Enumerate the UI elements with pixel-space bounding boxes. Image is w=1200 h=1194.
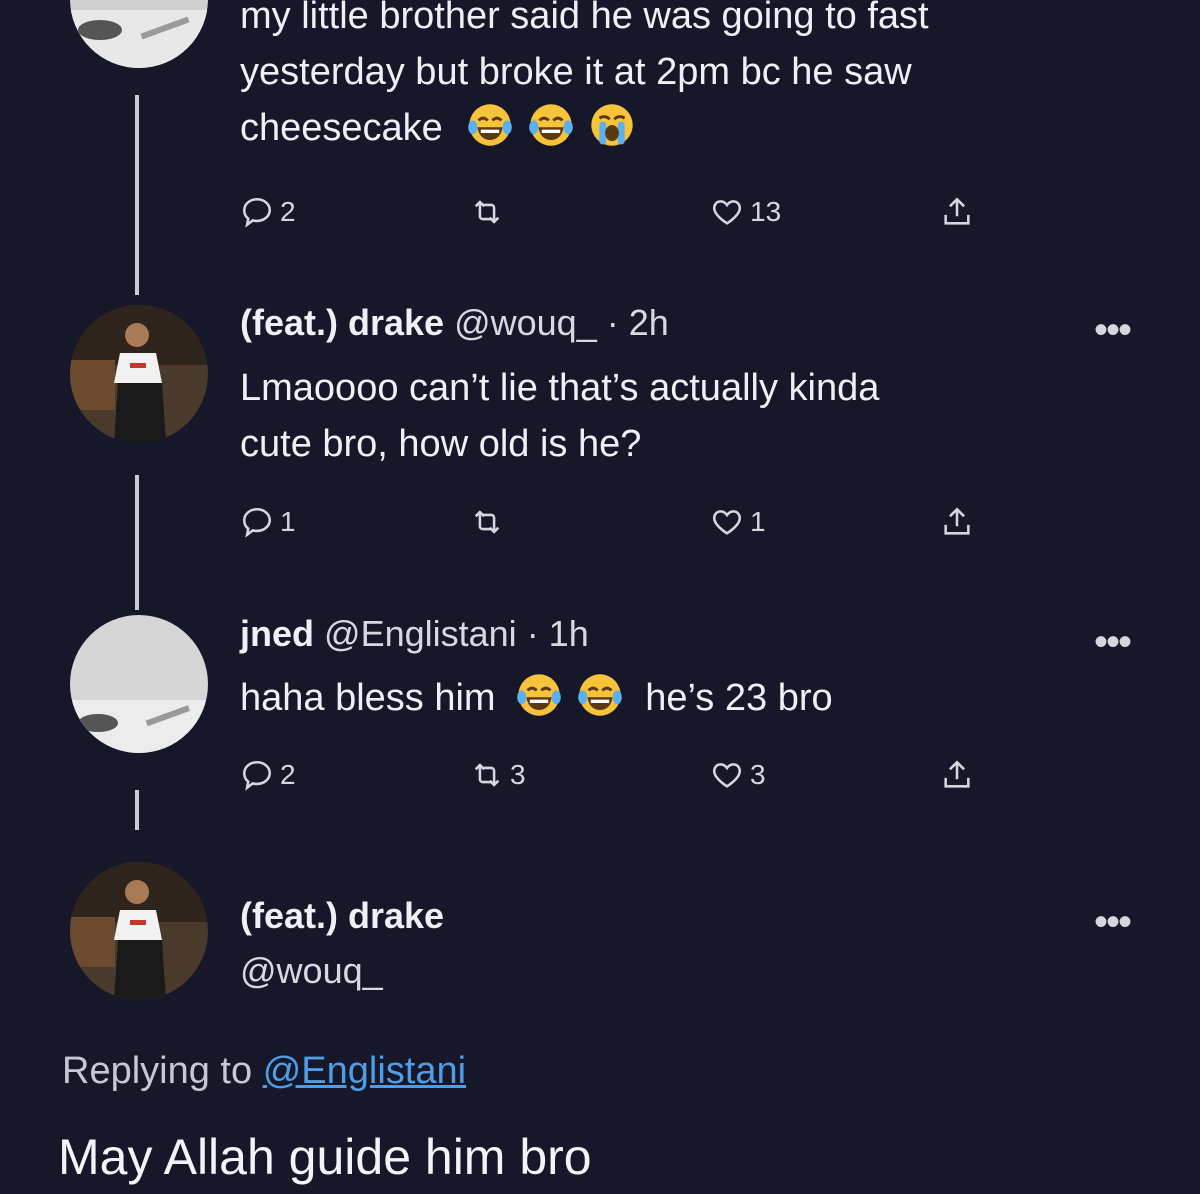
display-name[interactable]: jned bbox=[240, 613, 314, 654]
thread-line bbox=[135, 475, 139, 610]
tweet-actions: 2 13 bbox=[240, 195, 1000, 235]
tweet-text: haha bless him he’s 23 bro bbox=[240, 670, 833, 726]
share-icon bbox=[944, 760, 970, 788]
laughing-emoji-icon bbox=[529, 104, 573, 146]
laughing-emoji-icon bbox=[517, 674, 562, 716]
handle[interactable]: @wouq_ bbox=[240, 950, 383, 992]
avatar[interactable] bbox=[70, 305, 208, 443]
laughing-emoji-icon bbox=[468, 104, 513, 146]
like-button[interactable]: 13 bbox=[710, 195, 781, 229]
display-name[interactable]: (feat.) drake bbox=[240, 302, 444, 343]
more-options-button[interactable]: ••• bbox=[1094, 310, 1132, 350]
laughing-emoji-icon bbox=[577, 674, 622, 716]
share-button[interactable] bbox=[940, 195, 974, 229]
tweet-actions: 2 3 3 bbox=[240, 758, 1000, 798]
retweet-icon bbox=[474, 763, 500, 787]
thread-line bbox=[135, 790, 139, 830]
replying-to: Replying to @Englistani bbox=[62, 1050, 467, 1092]
reply-icon bbox=[242, 197, 272, 228]
reply-button[interactable]: 1 bbox=[240, 505, 296, 539]
timestamp: · 2h bbox=[606, 302, 669, 343]
tweet-text: Lmaoooo can’t lie that’s actually kinda … bbox=[240, 367, 880, 465]
tweet-header: (feat.) drake @wouq_ · 2h bbox=[240, 302, 669, 344]
share-button[interactable] bbox=[940, 758, 974, 792]
tweet-header: (feat.) drake bbox=[240, 895, 444, 937]
more-options-button[interactable]: ••• bbox=[1094, 622, 1132, 662]
thread-line bbox=[135, 95, 139, 295]
like-button[interactable]: 3 bbox=[710, 758, 766, 792]
avatar[interactable] bbox=[70, 615, 208, 753]
reply-icon bbox=[242, 507, 272, 538]
retweet-icon bbox=[474, 510, 500, 534]
avatar[interactable] bbox=[70, 0, 208, 68]
reply-button[interactable]: 2 bbox=[240, 758, 296, 792]
replying-to-link[interactable]: @Englistani bbox=[263, 1050, 466, 1092]
like-icon bbox=[712, 763, 742, 788]
more-options-button[interactable]: ••• bbox=[1094, 902, 1132, 942]
display-name[interactable]: (feat.) drake bbox=[240, 895, 444, 936]
reply-icon bbox=[242, 760, 272, 791]
share-icon bbox=[944, 197, 970, 225]
retweet-button[interactable]: 3 bbox=[470, 758, 526, 792]
share-button[interactable] bbox=[940, 505, 974, 539]
retweet-icon bbox=[474, 200, 500, 224]
crying-emoji-icon bbox=[590, 104, 633, 146]
avatar[interactable] bbox=[70, 862, 208, 1000]
like-icon bbox=[712, 200, 742, 225]
like-button[interactable]: 1 bbox=[710, 505, 766, 539]
tweet-header: jned @Englistani · 1h bbox=[240, 613, 589, 655]
retweet-button[interactable] bbox=[470, 505, 510, 539]
handle[interactable]: @wouq_ bbox=[454, 302, 597, 343]
handle[interactable]: @Englistani bbox=[324, 613, 517, 654]
tweet-text: my little brother said he was going to f… bbox=[240, 0, 929, 149]
timestamp: · 1h bbox=[526, 613, 589, 654]
main-tweet-text: May Allah guide him bro bbox=[58, 1129, 592, 1185]
retweet-button[interactable] bbox=[470, 195, 510, 229]
reply-button[interactable]: 2 bbox=[240, 195, 296, 229]
tweet-actions: 1 1 bbox=[240, 505, 1000, 545]
like-icon bbox=[712, 510, 742, 535]
share-icon bbox=[944, 507, 970, 535]
